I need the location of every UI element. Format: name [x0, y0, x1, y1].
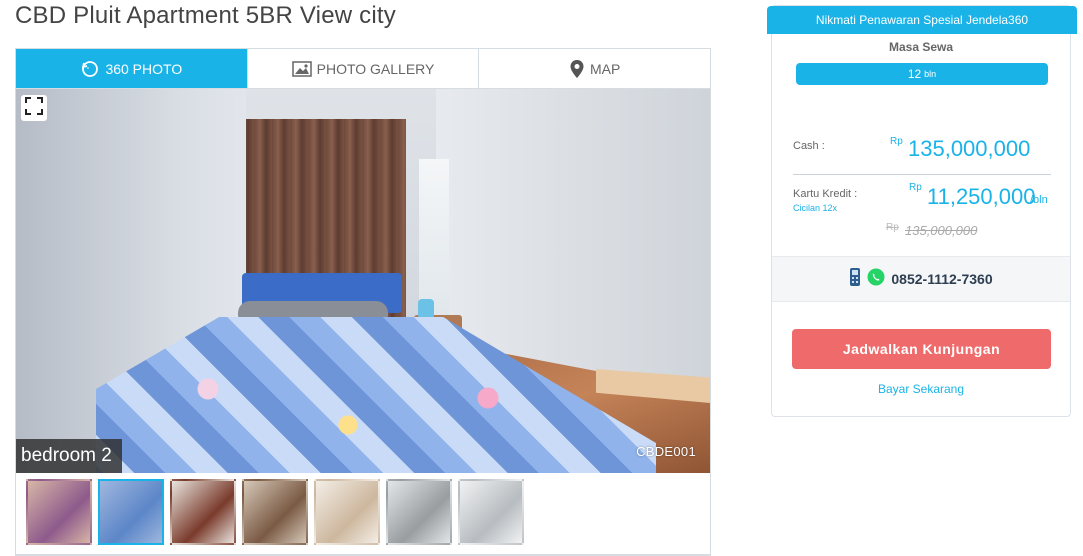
thumbnail-bathroom-sink[interactable]: [314, 479, 380, 545]
thumbnail-bathroom[interactable]: [458, 479, 524, 545]
booking-panel: Nikmati Penawaran Spesial Jendela360 Mas…: [767, 5, 1077, 417]
listing-title: CBD Pluit Apartment 5BR View city: [15, 2, 396, 29]
media-tabs: ° 360 PHOTO PHOTO GALLERY MAP: [16, 49, 711, 89]
room-label: bedroom 2: [16, 439, 122, 473]
thumbnail-living-room[interactable]: [170, 479, 236, 545]
rental-duration-unit: bln: [924, 69, 937, 79]
divider: [793, 174, 1051, 175]
phone-icon: [849, 267, 861, 292]
svg-text:°: °: [87, 66, 90, 74]
tab-photo-gallery[interactable]: PHOTO GALLERY: [247, 49, 480, 88]
rental-period-label: Masa Sewa: [888, 40, 954, 54]
map-pin-icon: [569, 59, 585, 79]
schedule-visit-button[interactable]: Jadwalkan Kunjungan: [792, 329, 1051, 369]
cash-label: Cash :: [793, 140, 825, 152]
property-code: CBDE001: [636, 444, 696, 459]
currency-symbol: Rp: [890, 136, 903, 147]
tab-360-photo[interactable]: ° 360 PHOTO: [16, 49, 248, 88]
cash-price: 135,000,000: [908, 136, 1031, 161]
panorama-photo[interactable]: bedroom 2 CBDE001: [16, 89, 710, 473]
thumbnail-kitchen[interactable]: [242, 479, 308, 545]
scene-lamp: [418, 299, 434, 319]
credit-card-label: Kartu Kredit :: [793, 188, 858, 200]
image-icon: [291, 60, 312, 78]
currency-symbol: Rp: [886, 222, 899, 233]
whatsapp-icon: [867, 268, 885, 291]
installment-note: Cicilan 12x: [793, 203, 838, 213]
thumbnail-strip: [16, 473, 710, 555]
tab-label: MAP: [590, 60, 621, 77]
rental-duration-value: 12: [907, 67, 922, 81]
thumbnail-shower[interactable]: [386, 479, 452, 545]
contact-phone[interactable]: 0852-1112-7360: [772, 256, 1070, 302]
thumbnail-bedroom-2[interactable]: [98, 479, 164, 545]
tab-label: 360 PHOTO: [105, 60, 183, 77]
expand-icon: [25, 96, 43, 120]
original-price: 135,000,000: [905, 223, 978, 238]
thumbnail-bedroom-1[interactable]: [26, 479, 92, 545]
media-viewer: ° 360 PHOTO PHOTO GALLERY MAP bedroom 2 …: [15, 48, 711, 556]
rental-period-selector[interactable]: 12 bln: [796, 63, 1048, 85]
tab-map[interactable]: MAP: [479, 49, 711, 88]
phone-number: 0852-1112-7360: [891, 271, 993, 287]
credit-card-price: 11,250,000: [927, 184, 1036, 209]
offer-banner: Nikmati Penawaran Spesial Jendela360: [767, 6, 1077, 34]
credit-price-unit: /bln: [1030, 194, 1048, 206]
fullscreen-button[interactable]: [21, 95, 47, 121]
tab-label: PHOTO GALLERY: [316, 60, 435, 77]
currency-symbol: Rp: [909, 182, 922, 193]
pay-now-link[interactable]: Bayar Sekarang: [772, 382, 1070, 396]
rotate-360-icon: °: [80, 59, 100, 79]
